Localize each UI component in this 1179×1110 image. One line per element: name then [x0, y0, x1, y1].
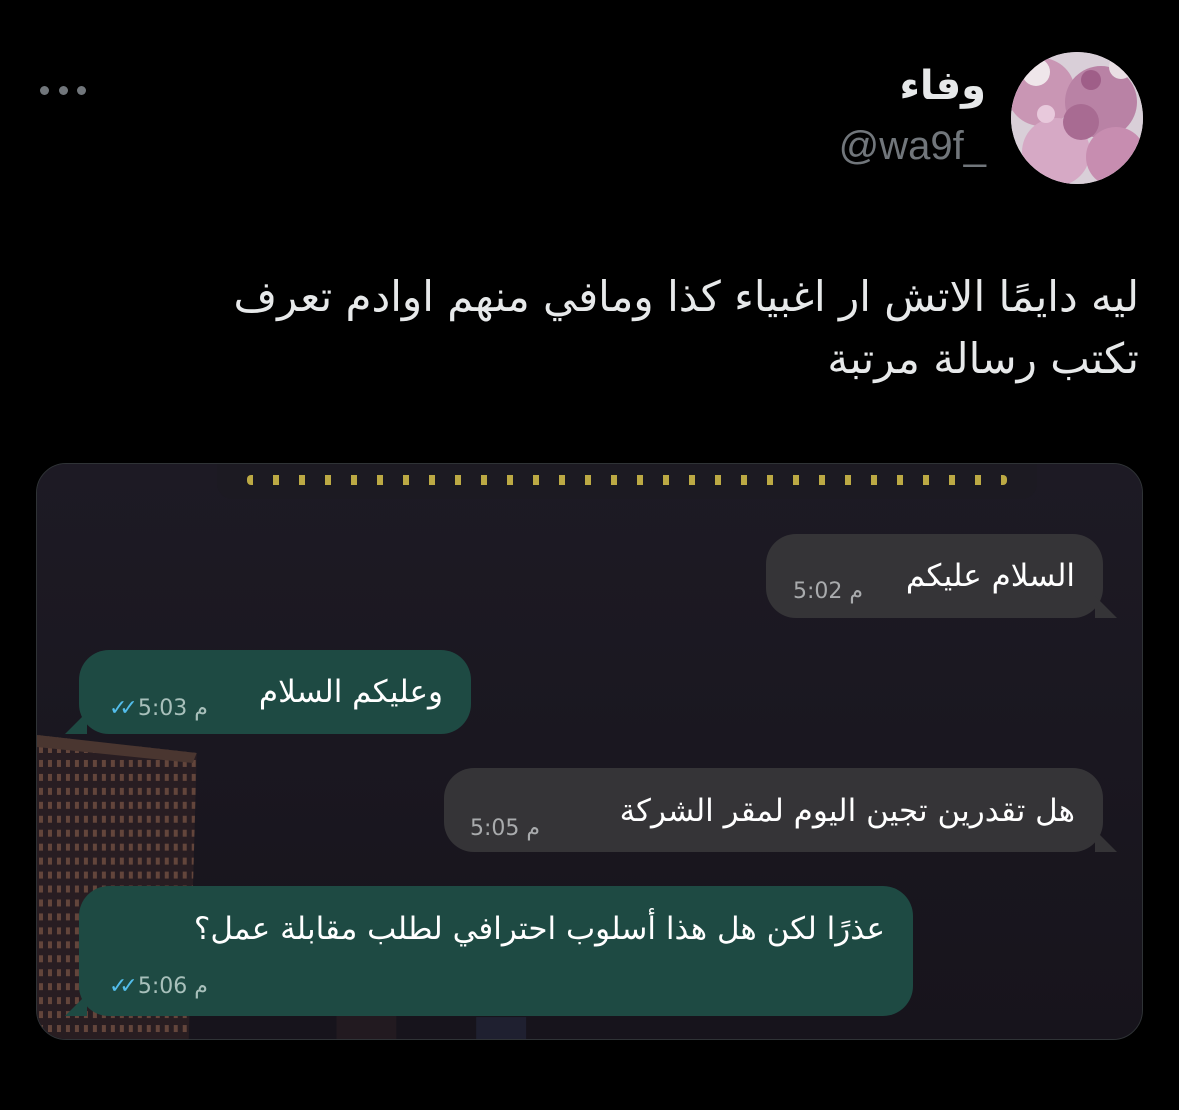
- chat-message-incoming[interactable]: هل تقدرين تجين اليوم لمقر الشركة 5:05 م: [444, 768, 1117, 852]
- more-options-button[interactable]: [40, 78, 86, 102]
- tweet-media-image[interactable]: السلام عليكم 5:02 م وعليكم السلام ✓✓ 5:0…: [36, 463, 1143, 1040]
- chat-message-incoming[interactable]: السلام عليكم 5:02 م: [766, 534, 1117, 618]
- double-check-read-icon: ✓✓: [109, 696, 138, 721]
- message-time: ✓✓ 5:03 م: [109, 696, 208, 721]
- avatar-image: [1011, 52, 1143, 184]
- tweet-text-line: ليه دايمًا الاتش ار اغبياء كذا ومافي منه…: [233, 272, 1139, 321]
- message-text: السلام عليكم: [905, 558, 1075, 594]
- user-handle[interactable]: @wa9f_: [839, 126, 986, 166]
- tweet-text: ليه دايمًا الاتش ار اغبياء كذا ومافي منه…: [139, 266, 1139, 390]
- double-check-read-icon: ✓✓: [109, 974, 138, 999]
- tweet-text-line: تكتب رسالة مرتبة: [827, 334, 1139, 383]
- system-notice: [217, 464, 1037, 499]
- chat-message-outgoing[interactable]: وعليكم السلام ✓✓ 5:03 م: [65, 650, 471, 734]
- message-time: 5:02 م: [793, 579, 864, 604]
- message-text: عذرًا لكن هل هذا أسلوب احترافي لطلب مقاب…: [193, 911, 885, 947]
- display-name[interactable]: وفاء: [899, 66, 986, 106]
- more-horizontal-icon: [40, 85, 49, 95]
- message-time: 5:05 م: [470, 816, 541, 841]
- message-time: ✓✓ 5:06 م: [109, 974, 208, 999]
- message-text: وعليكم السلام: [258, 674, 443, 710]
- message-text: هل تقدرين تجين اليوم لمقر الشركة: [619, 793, 1075, 829]
- chat-message-outgoing[interactable]: عذرًا لكن هل هذا أسلوب احترافي لطلب مقاب…: [65, 886, 913, 1016]
- avatar[interactable]: [1011, 52, 1143, 184]
